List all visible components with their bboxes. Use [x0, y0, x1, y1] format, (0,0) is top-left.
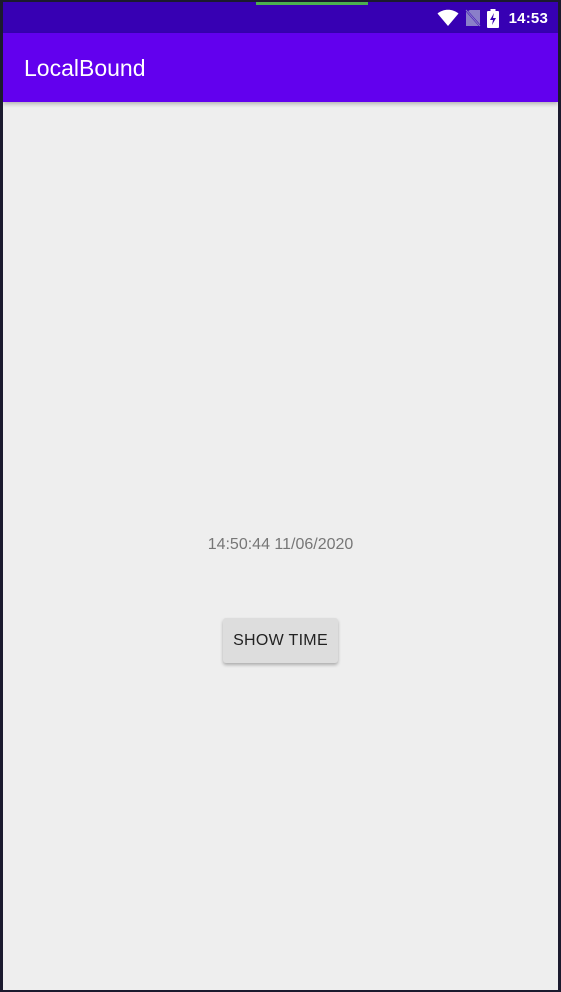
main-content: 14:50:44 11/06/2020 SHOW TIME [3, 102, 558, 990]
show-time-button[interactable]: SHOW TIME [223, 618, 338, 663]
app-bar: LocalBound [3, 33, 558, 102]
status-time: 14:53 [508, 9, 548, 27]
time-display: 14:50:44 11/06/2020 [207, 536, 354, 553]
wifi-icon [437, 9, 459, 27]
app-title: LocalBound [24, 55, 146, 81]
battery-charging-icon [486, 8, 499, 28]
phone-screen: 14:53 LocalBound 14:50:44 11/06/2020 SHO… [3, 2, 558, 990]
camera-cutout [256, 2, 368, 5]
status-icons: 14:53 [437, 8, 548, 28]
no-sim-icon [464, 9, 481, 27]
status-bar: 14:53 [3, 2, 558, 33]
